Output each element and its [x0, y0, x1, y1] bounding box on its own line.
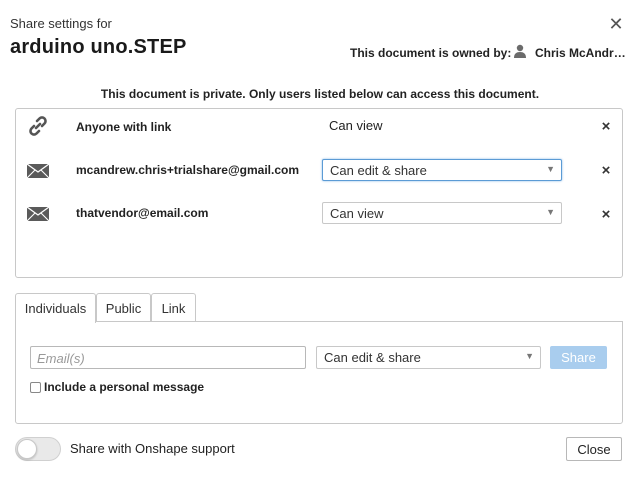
permission-dropdown-value: Can view — [330, 206, 384, 221]
share-button[interactable]: Share — [550, 346, 607, 369]
share-row-name: Anyone with link — [76, 120, 172, 134]
tab-link[interactable]: Link — [151, 293, 196, 322]
dialog-subtitle: Share settings for — [10, 16, 112, 31]
share-row-name: thatvendor@email.com — [76, 206, 209, 220]
toggle-knob — [17, 439, 37, 459]
remove-user-icon[interactable]: × — [599, 206, 613, 223]
invite-permission-value: Can edit & share — [324, 350, 421, 365]
permission-dropdown[interactable]: Can edit & share ▼ — [322, 159, 562, 181]
document-title: arduino uno.STEP — [10, 36, 187, 58]
dropdown-arrow-icon: ▼ — [525, 351, 534, 361]
link-icon — [29, 116, 47, 136]
owner-name: Chris McAndrew — [535, 46, 627, 60]
person-icon — [514, 44, 526, 58]
dropdown-arrow-icon: ▼ — [546, 164, 555, 174]
permission-dropdown[interactable]: Can view ▼ — [322, 202, 562, 224]
permission-dropdown-value: Can edit & share — [330, 163, 427, 178]
owner-label: This document is owned by: — [350, 46, 512, 60]
invite-permission-dropdown[interactable]: Can edit & share ▼ — [316, 346, 541, 369]
envelope-icon — [26, 206, 50, 222]
personal-message-label: Include a personal message — [44, 380, 205, 394]
remove-user-icon[interactable]: × — [599, 162, 613, 179]
tab-public[interactable]: Public — [96, 293, 151, 322]
remove-user-icon[interactable]: × — [599, 118, 613, 135]
private-note: This document is private. Only users lis… — [100, 87, 540, 101]
share-row-permission: Can view — [329, 118, 383, 133]
personal-message-checkbox[interactable] — [30, 382, 41, 393]
tab-panel-individuals — [15, 321, 623, 424]
close-dialog-icon[interactable]: ✕ — [606, 14, 626, 34]
envelope-icon — [26, 163, 50, 179]
support-share-label: Share with Onshape support — [70, 441, 235, 456]
dropdown-arrow-icon: ▼ — [546, 207, 555, 217]
support-share-toggle[interactable] — [15, 437, 61, 461]
tab-individuals[interactable]: Individuals — [15, 293, 96, 323]
close-button[interactable]: Close — [566, 437, 622, 461]
share-row-name: mcandrew.chris+trialshare@gmail.com — [76, 163, 300, 177]
email-input[interactable]: Email(s) — [30, 346, 306, 369]
